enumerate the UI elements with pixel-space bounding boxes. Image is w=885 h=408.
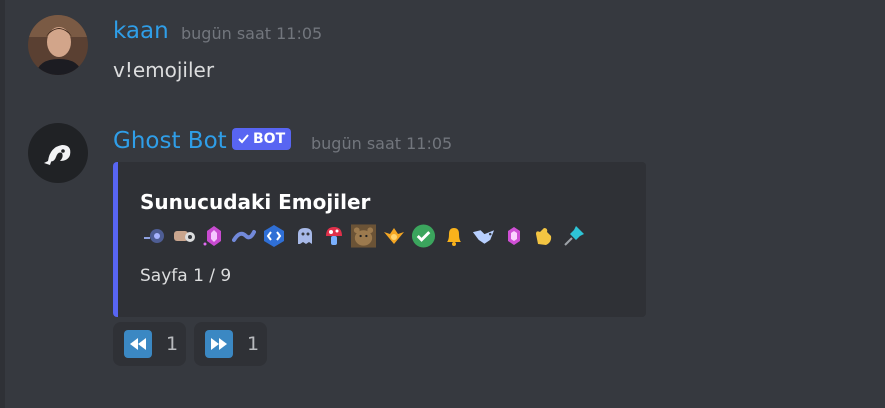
bot-badge: BOT [232, 128, 292, 150]
bot-avatar-ghost[interactable] [28, 123, 88, 183]
verified-check-icon [238, 134, 249, 144]
user-avatar-kaan[interactable] [28, 15, 88, 75]
reaction-count: 1 [166, 333, 179, 355]
channel-edge [0, 0, 5, 408]
username-ghost-bot[interactable]: Ghost Bot [113, 128, 227, 154]
clap-emoji-icon[interactable] [531, 223, 556, 249]
pushpin-emoji-icon[interactable] [561, 223, 586, 249]
message-timestamp: bugün saat 11:05 [311, 134, 453, 153]
wheel-emoji-icon[interactable] [141, 223, 166, 249]
message-content: v!emojiler [113, 58, 215, 82]
reaction-fast-forward[interactable]: 1 [194, 322, 267, 366]
emoji-list [141, 223, 586, 249]
ghost-emoji-icon[interactable] [291, 223, 316, 249]
fist-emoji-icon[interactable] [171, 223, 196, 249]
reaction-rewind[interactable]: 1 [113, 322, 186, 366]
checkmark-emoji-icon[interactable] [411, 223, 436, 249]
wave-emoji-icon[interactable] [231, 223, 256, 249]
code-emoji-icon[interactable] [261, 223, 286, 249]
embed-footer: Sayfa 1 / 9 [140, 266, 232, 286]
dragon-emoji-icon[interactable] [471, 223, 496, 249]
fast-forward-icon [205, 330, 233, 358]
bot-badge-label: BOT [253, 131, 286, 147]
username-kaan[interactable]: kaan [113, 18, 169, 44]
rewind-icon [124, 330, 152, 358]
bell-emoji-icon[interactable] [441, 223, 466, 249]
message-timestamp: bugün saat 11:05 [181, 24, 323, 43]
mushroom-emoji-icon[interactable] [321, 223, 346, 249]
crystal-emoji-icon[interactable] [201, 223, 226, 249]
wings-emoji-icon[interactable] [381, 223, 406, 249]
embed-accent-bar [113, 162, 118, 317]
embed: Sunucudaki Emojiler Sayfa 1 / 9 [113, 162, 646, 317]
bear-emoji-icon[interactable] [351, 223, 376, 249]
reaction-count: 1 [247, 333, 260, 355]
embed-title: Sunucudaki Emojiler [140, 190, 371, 214]
gem-emoji-icon[interactable] [501, 223, 526, 249]
